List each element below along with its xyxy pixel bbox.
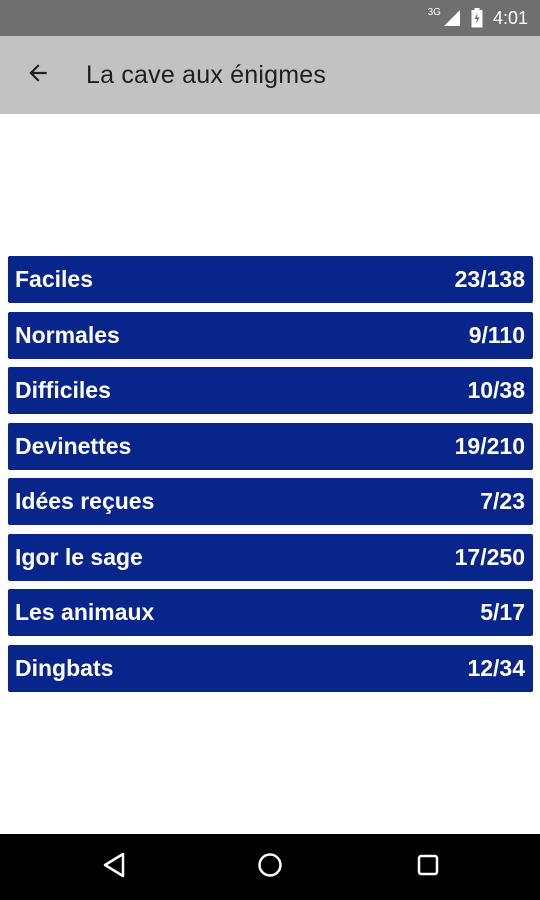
category-row-devinettes[interactable]: Devinettes 19/210	[8, 422, 533, 470]
arrow-left-icon	[25, 60, 51, 91]
category-score: 9/110	[468, 321, 525, 348]
nav-back-button[interactable]	[94, 847, 134, 887]
category-label: Igor le sage	[15, 543, 143, 570]
square-recents-icon	[416, 853, 440, 882]
page-title: La cave aux énigmes	[86, 60, 327, 89]
category-label: Difficiles	[15, 377, 111, 403]
category-row-igor-le-sage[interactable]: Igor le sage 17/250	[8, 533, 533, 581]
status-bar: 3G 4:01	[0, 0, 540, 36]
category-row-dingbats[interactable]: Dingbats 12/34	[8, 644, 533, 692]
category-list: Faciles 23/138 Normales 9/110 Difficiles…	[8, 256, 533, 700]
navigation-bar	[0, 834, 540, 900]
back-button[interactable]	[18, 55, 58, 95]
status-icons: 3G 4:01	[428, 0, 528, 36]
category-row-les-animaux[interactable]: Les animaux 5/17	[8, 589, 533, 636]
category-row-idees-recues[interactable]: Idées reçues 7/23	[8, 478, 533, 525]
network-type: 3G	[427, 6, 441, 18]
category-label: Dingbats	[15, 654, 114, 681]
category-label: Normales	[15, 321, 120, 348]
category-row-normales[interactable]: Normales 9/110	[8, 311, 533, 359]
category-score: 5/17	[480, 599, 525, 625]
nav-home-button[interactable]	[250, 847, 290, 887]
category-score: 7/23	[480, 488, 525, 514]
signal-icon	[443, 9, 461, 27]
category-label: Idées reçues	[15, 488, 155, 514]
nav-recents-button[interactable]	[408, 847, 448, 887]
category-row-faciles[interactable]: Faciles 23/138	[8, 256, 533, 303]
category-score: 17/250	[454, 543, 525, 570]
triangle-back-icon	[102, 852, 126, 883]
category-score: 23/138	[454, 266, 525, 292]
category-label: Faciles	[15, 266, 93, 292]
category-row-difficiles[interactable]: Difficiles 10/38	[8, 367, 533, 414]
category-score: 10/38	[467, 377, 525, 403]
category-label: Les animaux	[15, 599, 155, 625]
category-label: Devinettes	[15, 432, 132, 459]
category-score: 12/34	[467, 654, 525, 681]
toolbar: La cave aux énigmes	[0, 36, 540, 114]
category-score: 19/210	[454, 432, 525, 459]
status-time: 4:01	[492, 7, 528, 28]
battery-icon	[471, 8, 483, 28]
circle-home-icon	[257, 852, 283, 883]
